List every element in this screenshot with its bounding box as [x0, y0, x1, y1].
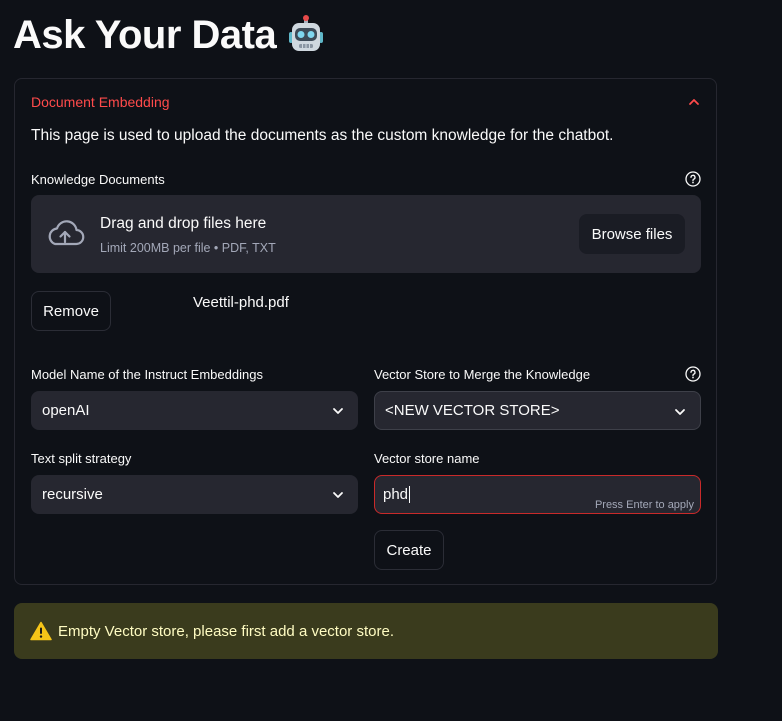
model-name-select[interactable]: openAI	[31, 391, 358, 430]
dropzone-limit: Limit 200MB per file • PDF, TXT	[100, 241, 276, 255]
text-split-select[interactable]: recursive	[31, 475, 358, 514]
model-name-value: openAI	[42, 402, 90, 419]
document-embedding-expander: Document Embedding This page is used to …	[14, 78, 717, 585]
chevron-up-icon[interactable]	[688, 96, 700, 108]
cloud-upload-icon	[45, 219, 85, 249]
warning-icon	[30, 621, 52, 641]
expander-description: This page is used to upload the document…	[31, 127, 614, 144]
create-button[interactable]: Create	[374, 530, 444, 570]
page-title: Ask Your Data	[13, 8, 326, 62]
warning-alert: Empty Vector store, please first add a v…	[14, 603, 718, 659]
vector-store-name-label: Vector store name	[374, 451, 480, 466]
press-enter-hint: Press Enter to apply	[594, 499, 694, 511]
vector-store-value: <NEW VECTOR STORE>	[385, 402, 560, 419]
dropzone-instruction: Drag and drop files here	[100, 215, 267, 232]
warning-text: Empty Vector store, please first add a v…	[58, 622, 394, 640]
help-icon[interactable]	[685, 171, 701, 187]
knowledge-documents-label: Knowledge Documents	[31, 172, 165, 187]
help-icon[interactable]	[685, 366, 701, 382]
vector-store-label: Vector Store to Merge the Knowledge	[374, 367, 591, 382]
vector-store-name-input[interactable]: phd Press Enter to apply	[374, 475, 701, 514]
text-split-value: recursive	[42, 486, 103, 503]
model-name-label: Model Name of the Instruct Embeddings	[31, 367, 263, 382]
text-split-label: Text split strategy	[31, 451, 132, 466]
uploaded-filename: Veettil-phd.pdf	[193, 294, 289, 311]
chevron-down-icon	[332, 488, 344, 500]
text-caret	[409, 486, 411, 503]
vector-store-select[interactable]: <NEW VECTOR STORE>	[374, 391, 701, 430]
expander-header[interactable]: Document Embedding	[31, 91, 700, 113]
page-title-text: Ask Your Data	[13, 13, 277, 57]
browse-files-button[interactable]: Browse files	[579, 214, 685, 254]
chevron-down-icon	[674, 405, 686, 417]
app-page: Ask Your Data Document Embedding This pa…	[0, 0, 782, 721]
chevron-down-icon	[332, 404, 344, 416]
remove-button[interactable]: Remove	[31, 291, 111, 331]
robot-icon	[286, 15, 326, 55]
expander-title: Document Embedding	[31, 94, 170, 110]
file-dropzone[interactable]: Drag and drop files here Limit 200MB per…	[31, 195, 701, 273]
vector-store-name-value: phd	[383, 486, 409, 503]
